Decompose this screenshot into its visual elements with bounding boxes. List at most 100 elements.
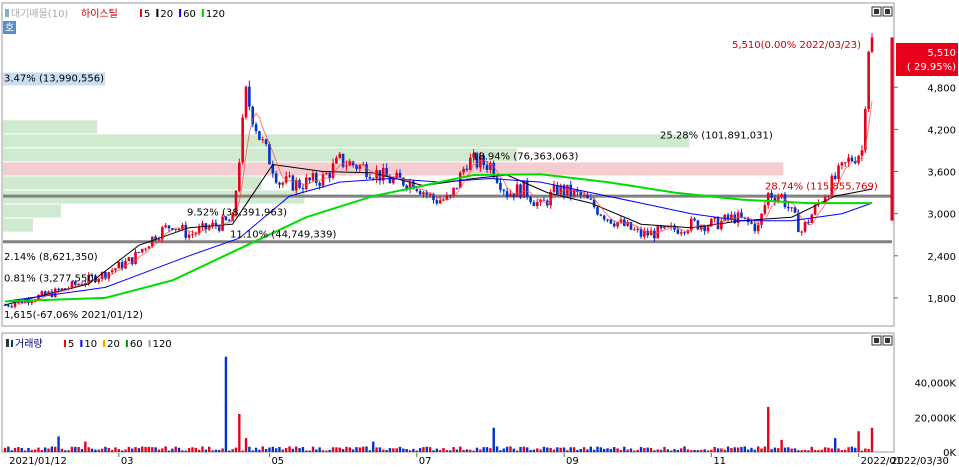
price-tick-label: 3,600 — [927, 168, 956, 179]
volume-bar — [161, 448, 164, 452]
volume-bar — [716, 448, 720, 452]
volume-bar — [151, 447, 154, 452]
volume-profile-label: 9.52% (38,391,963) — [187, 208, 287, 219]
volume-bar — [402, 448, 405, 452]
candle-body — [134, 251, 137, 265]
volume-bar — [780, 439, 783, 452]
candle-body — [435, 200, 439, 204]
candle-body — [609, 219, 613, 224]
date-x-axis: 2021/01/1203050709112022/01032022/03/30 — [9, 453, 949, 467]
volume-tick-label: 40,000K — [914, 379, 956, 390]
volume-bar — [238, 413, 241, 452]
volume-bar — [144, 446, 147, 452]
candle-body — [455, 187, 459, 189]
volume-bar — [519, 446, 522, 452]
candle-body — [114, 268, 117, 271]
volume-bar — [308, 450, 311, 452]
volume-bar — [790, 448, 793, 452]
volume-bar — [539, 449, 542, 452]
date-tick-label: 07 — [419, 456, 432, 467]
volume-bar — [512, 448, 516, 452]
volume-profile-band — [3, 148, 518, 162]
volume-bar — [465, 449, 469, 452]
volume-bar — [167, 450, 171, 452]
volume-bar — [653, 450, 656, 452]
volume-bar — [325, 450, 328, 452]
volume-profile-label: 0.81% (3,277,550) — [4, 274, 98, 285]
legend-ma-label: 5 — [144, 9, 150, 20]
volume-bar — [760, 448, 763, 452]
volume-bar — [311, 446, 315, 452]
volume-bar — [837, 448, 840, 452]
volume-bar — [90, 448, 94, 452]
volume-bar — [639, 447, 643, 452]
legend-ma-label: 10 — [84, 339, 97, 350]
volume-bar — [395, 448, 398, 452]
corner-tag[interactable]: 호 — [5, 22, 14, 34]
volume-bar — [613, 447, 616, 452]
candle-body — [368, 176, 372, 179]
volume-bar — [455, 449, 459, 452]
volume-bar — [3, 447, 7, 452]
volume-bar — [663, 446, 666, 452]
volume-bar — [736, 447, 740, 452]
volume-bar — [485, 447, 489, 452]
candle-body — [281, 182, 285, 185]
candle-body — [274, 173, 278, 183]
candle-body — [150, 236, 154, 247]
volume-bar — [84, 441, 87, 452]
volume-bar — [800, 450, 803, 452]
volume-bar — [556, 447, 559, 452]
candle-body — [529, 197, 532, 203]
volume-bar — [97, 449, 100, 452]
volume-bar — [107, 447, 110, 452]
volume-bar — [224, 356, 228, 452]
candle-body — [867, 51, 870, 110]
volume-bar — [840, 450, 844, 452]
volume-bar — [261, 446, 264, 452]
volume-bar — [767, 406, 770, 452]
volume-bar — [358, 447, 362, 452]
volume-bar — [298, 448, 301, 452]
volume-bar — [827, 447, 830, 452]
candle-body — [465, 168, 469, 170]
candle-body — [589, 198, 593, 200]
candle-body — [264, 139, 268, 144]
candle-body — [659, 226, 663, 229]
candle-body — [13, 303, 17, 307]
volume-bar — [569, 447, 572, 452]
candle-body — [850, 157, 854, 162]
candle-body — [522, 180, 526, 198]
volume-bar — [643, 448, 646, 452]
volume-bar — [666, 449, 670, 452]
legend-color-swatch — [140, 9, 142, 17]
candle-body — [388, 177, 392, 184]
volume-bar — [110, 450, 114, 452]
volume-bar — [67, 450, 70, 452]
volume-bar — [813, 450, 817, 452]
volume-bar — [137, 448, 141, 452]
candle-body — [840, 162, 844, 166]
volume-bar — [234, 447, 238, 452]
candle-body — [542, 199, 546, 201]
volume-bar — [412, 448, 415, 452]
candle-body — [167, 225, 171, 229]
volume-bar — [449, 450, 452, 452]
candle-body — [110, 270, 114, 273]
volume-bar — [284, 448, 288, 452]
volume-bar — [43, 447, 47, 452]
candle-body — [485, 165, 489, 171]
candle-body — [843, 162, 847, 164]
volume-bar — [191, 447, 194, 452]
volume-bar — [542, 446, 546, 452]
candle-body — [606, 219, 609, 221]
volume-bar — [124, 449, 127, 452]
candle-body — [365, 164, 368, 177]
candle-body — [57, 288, 60, 291]
candle-body — [679, 232, 683, 234]
volume-profile-label: 28.74% (115,855,769) — [765, 182, 878, 193]
volume-bar — [418, 448, 422, 452]
candle-body — [847, 157, 850, 163]
volume-bar — [582, 447, 586, 452]
candle-body — [770, 192, 773, 198]
